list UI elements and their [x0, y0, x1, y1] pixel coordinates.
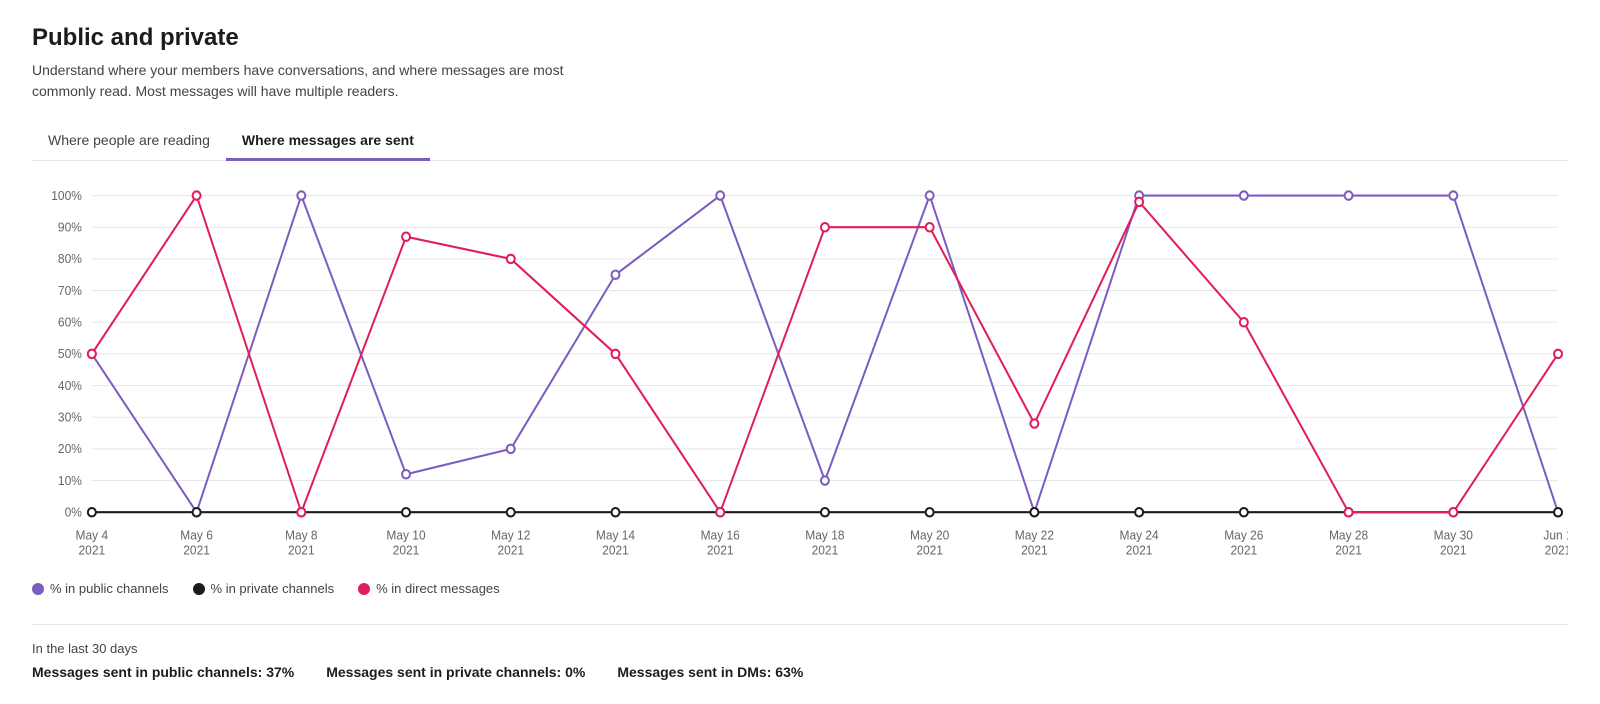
stat-dm: Messages sent in DMs: 63%: [617, 664, 803, 680]
svg-text:May 18: May 18: [805, 528, 844, 542]
svg-text:2021: 2021: [1126, 543, 1153, 557]
svg-text:2021: 2021: [812, 543, 839, 557]
svg-text:May 16: May 16: [701, 528, 740, 542]
svg-text:2021: 2021: [916, 543, 943, 557]
tabs-container: Where people are reading Where messages …: [32, 122, 1568, 161]
svg-text:2021: 2021: [1440, 543, 1467, 557]
svg-text:50%: 50%: [58, 347, 82, 361]
svg-text:0%: 0%: [65, 505, 82, 519]
svg-text:20%: 20%: [58, 442, 82, 456]
svg-text:May 14: May 14: [596, 528, 635, 542]
page-description: Understand where your members have conve…: [32, 60, 592, 102]
svg-text:2021: 2021: [497, 543, 524, 557]
svg-text:80%: 80%: [58, 252, 82, 266]
svg-text:Jun 1: Jun 1: [1543, 528, 1568, 542]
svg-text:70%: 70%: [58, 283, 82, 297]
svg-text:2021: 2021: [183, 543, 210, 557]
svg-text:May 4: May 4: [76, 528, 109, 542]
svg-text:2021: 2021: [1231, 543, 1258, 557]
svg-text:2021: 2021: [1545, 543, 1568, 557]
svg-text:2021: 2021: [1021, 543, 1048, 557]
svg-text:2021: 2021: [1335, 543, 1362, 557]
legend-label-dm: % in direct messages: [376, 581, 500, 596]
svg-text:May 8: May 8: [285, 528, 318, 542]
svg-text:30%: 30%: [58, 410, 82, 424]
svg-text:May 12: May 12: [491, 528, 530, 542]
tab-sent[interactable]: Where messages are sent: [226, 122, 430, 161]
svg-text:May 20: May 20: [910, 528, 949, 542]
svg-text:2021: 2021: [393, 543, 420, 557]
stat-dm-label: Messages sent in DMs:: [617, 664, 771, 680]
svg-text:40%: 40%: [58, 378, 82, 392]
stat-private: Messages sent in private channels: 0%: [326, 664, 585, 680]
svg-text:May 10: May 10: [386, 528, 425, 542]
tab-reading[interactable]: Where people are reading: [32, 122, 226, 161]
summary-section: In the last 30 days Messages sent in pub…: [32, 624, 1568, 680]
svg-text:May 6: May 6: [180, 528, 213, 542]
svg-text:2021: 2021: [288, 543, 315, 557]
legend-dot-dm: [358, 583, 370, 595]
svg-text:10%: 10%: [58, 473, 82, 487]
stat-private-value: 0%: [565, 664, 585, 680]
legend-dot-private: [193, 583, 205, 595]
svg-text:60%: 60%: [58, 315, 82, 329]
legend-label-public: % in public channels: [50, 581, 169, 596]
svg-text:May 30: May 30: [1434, 528, 1473, 542]
svg-text:2021: 2021: [707, 543, 734, 557]
legend-private: % in private channels: [193, 581, 335, 596]
line-chart: 100% 90% 80% 70% 60% 50% 40% 30% 20% 10%…: [32, 185, 1568, 565]
stat-public-label: Messages sent in public channels:: [32, 664, 262, 680]
svg-text:May 28: May 28: [1329, 528, 1368, 542]
stat-dm-value: 63%: [775, 664, 803, 680]
stat-private-label: Messages sent in private channels:: [326, 664, 561, 680]
svg-text:90%: 90%: [58, 220, 82, 234]
summary-stats: Messages sent in public channels: 37% Me…: [32, 664, 1568, 680]
legend-public: % in public channels: [32, 581, 169, 596]
svg-text:2021: 2021: [79, 543, 106, 557]
svg-text:May 22: May 22: [1015, 528, 1054, 542]
legend-label-private: % in private channels: [211, 581, 335, 596]
svg-text:100%: 100%: [51, 188, 82, 202]
stat-public: Messages sent in public channels: 37%: [32, 664, 294, 680]
legend-dm: % in direct messages: [358, 581, 500, 596]
chart-container: 100% 90% 80% 70% 60% 50% 40% 30% 20% 10%…: [32, 185, 1568, 565]
page-title: Public and private: [32, 24, 1568, 52]
stat-public-value: 37%: [266, 664, 294, 680]
svg-text:2021: 2021: [602, 543, 629, 557]
summary-period: In the last 30 days: [32, 641, 1568, 656]
chart-legend: % in public channels % in private channe…: [32, 581, 1568, 596]
legend-dot-public: [32, 583, 44, 595]
svg-text:May 24: May 24: [1120, 528, 1159, 542]
svg-text:May 26: May 26: [1224, 528, 1263, 542]
